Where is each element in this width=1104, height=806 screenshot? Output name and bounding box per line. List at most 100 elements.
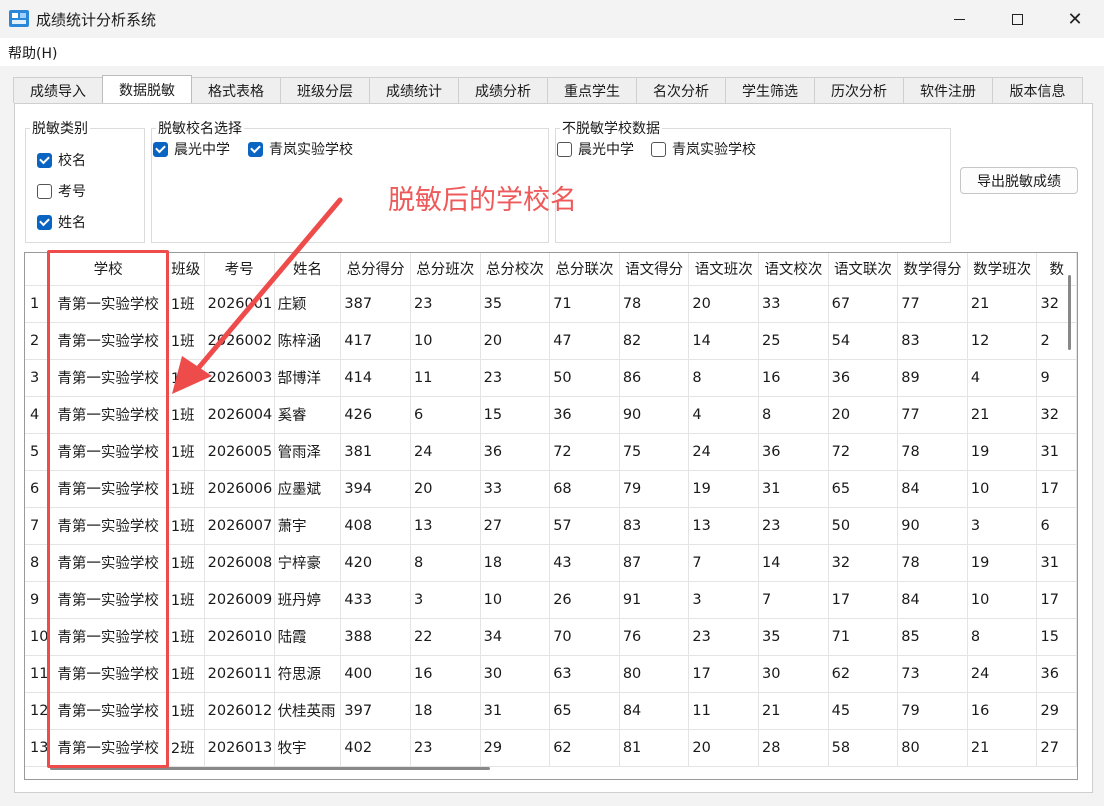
table-cell[interactable]: 23 <box>758 507 829 545</box>
table-cell[interactable]: 2班 <box>167 729 205 767</box>
table-cell[interactable]: 30 <box>758 655 829 693</box>
table-cell[interactable]: 2026008 <box>204 544 275 582</box>
tab-8[interactable]: 学生筛选 <box>725 77 815 103</box>
table-cell[interactable]: 3 <box>688 581 760 619</box>
table-cell[interactable]: 伏桂英雨 <box>274 692 342 730</box>
table-cell[interactable]: 62 <box>828 655 899 693</box>
column-header[interactable]: 姓名 <box>274 253 342 286</box>
table-cell[interactable]: 76 <box>619 618 690 656</box>
table-cell[interactable]: 50 <box>828 507 899 545</box>
table-cell[interactable]: 420 <box>340 544 411 582</box>
table-cell[interactable]: 2026005 <box>204 433 275 471</box>
table-cell[interactable]: 17 <box>688 655 760 693</box>
table-cell[interactable]: 65 <box>549 692 620 730</box>
table-cell[interactable]: 45 <box>828 692 899 730</box>
tab-7[interactable]: 名次分析 <box>636 77 726 103</box>
table-cell[interactable]: 77 <box>897 285 968 323</box>
table-cell[interactable]: 3 <box>967 507 1038 545</box>
column-header[interactable]: 语文班次 <box>688 253 760 286</box>
table-cell[interactable]: 班丹婷 <box>274 581 342 619</box>
table-cell[interactable]: 管雨泽 <box>274 433 342 471</box>
checkbox-box[interactable] <box>37 183 52 199</box>
table-cell[interactable]: 388 <box>340 618 411 656</box>
tab-11[interactable]: 版本信息 <box>992 77 1083 103</box>
table-cell[interactable]: 10 <box>480 581 551 619</box>
table-cell[interactable]: 381 <box>340 433 411 471</box>
tab-3[interactable]: 班级分层 <box>280 77 370 103</box>
table-cell[interactable]: 70 <box>549 618 620 656</box>
table-row[interactable]: 1 青第一实验学校 1班 2026001 庄颖 387 23 35 71 78 20 33 67 77 21… <box>25 285 1077 323</box>
vertical-scrollbar[interactable] <box>1068 275 1071 350</box>
table-cell[interactable]: 63 <box>549 655 620 693</box>
table-cell[interactable]: 90 <box>619 396 690 434</box>
table-cell[interactable]: 2026003 <box>204 359 275 397</box>
menu-help[interactable]: 帮助(H) <box>8 43 57 63</box>
table-cell[interactable]: 2026007 <box>204 507 275 545</box>
checkbox-exam-number[interactable]: 考号 <box>37 181 86 201</box>
table-cell[interactable]: 36 <box>1036 655 1077 693</box>
table-row[interactable]: 5 青第一实验学校 1班 2026005 管雨泽 381 24 36 72 75 24 36 72 78 1… <box>25 433 1077 471</box>
table-cell[interactable]: 19 <box>967 433 1038 471</box>
table-cell[interactable]: 2026010 <box>204 618 275 656</box>
table-cell[interactable]: 22 <box>410 618 481 656</box>
table-cell[interactable]: 75 <box>619 433 690 471</box>
table-cell[interactable]: 1班 <box>167 359 205 397</box>
column-header[interactable]: 考号 <box>204 253 275 286</box>
table-cell[interactable]: 18 <box>410 692 481 730</box>
table-cell[interactable]: 32 <box>1036 396 1077 434</box>
table-cell[interactable]: 91 <box>619 581 690 619</box>
table-cell[interactable]: 21 <box>967 729 1038 767</box>
table-cell[interactable]: 79 <box>619 470 690 508</box>
checkbox-box[interactable] <box>557 141 572 157</box>
table-row[interactable]: 7 青第一实验学校 1班 2026007 萧宇 408 13 27 57 83 13 23 50 90 3 6 <box>25 507 1077 545</box>
table-cell[interactable]: 16 <box>410 655 481 693</box>
table-cell[interactable]: 陆霞 <box>274 618 342 656</box>
table-cell[interactable]: 83 <box>897 322 968 360</box>
table-cell[interactable]: 庄颖 <box>274 285 342 323</box>
table-cell[interactable]: 8 <box>758 396 829 434</box>
tab-9[interactable]: 历次分析 <box>814 77 904 103</box>
table-cell[interactable]: 8 <box>410 544 481 582</box>
tab-6[interactable]: 重点学生 <box>547 77 637 103</box>
table-cell[interactable]: 20 <box>688 285 760 323</box>
table-cell[interactable]: 29 <box>480 729 551 767</box>
table-cell[interactable]: 433 <box>340 581 411 619</box>
table-cell[interactable]: 20 <box>688 729 760 767</box>
table-cell[interactable]: 应墨斌 <box>274 470 342 508</box>
checkbox-select-chenguang[interactable]: 晨光中学 <box>153 139 230 159</box>
table-cell[interactable]: 23 <box>480 359 551 397</box>
table-cell[interactable]: 394 <box>340 470 411 508</box>
table-cell[interactable]: 72 <box>549 433 620 471</box>
table-cell[interactable]: 36 <box>549 396 620 434</box>
maximize-button[interactable] <box>988 0 1046 38</box>
table-row[interactable]: 13 青第一实验学校 2班 2026013 牧宇 402 23 29 62 81 20 28 58 80 2… <box>25 729 1077 767</box>
table-row[interactable]: 9 青第一实验学校 1班 2026009 班丹婷 433 3 10 26 91 3 7 17 84 10 17 <box>25 581 1077 619</box>
table-cell[interactable]: 82 <box>619 322 690 360</box>
table-cell[interactable]: 62 <box>549 729 620 767</box>
table-cell[interactable]: 17 <box>828 581 899 619</box>
table-cell[interactable]: 4 <box>967 359 1038 397</box>
column-header[interactable]: 数学得分 <box>897 253 968 286</box>
table-row[interactable]: 11 青第一实验学校 1班 2026011 符思源 400 16 30 63 80 17 30 62 73… <box>25 655 1077 693</box>
table-cell[interactable]: 1班 <box>167 285 205 323</box>
table-cell[interactable]: 2026004 <box>204 396 275 434</box>
table-cell[interactable]: 43 <box>549 544 620 582</box>
table-cell[interactable]: 67 <box>828 285 899 323</box>
table-cell[interactable]: 426 <box>340 396 411 434</box>
table-cell[interactable]: 13 <box>688 507 760 545</box>
table-cell[interactable]: 2026001 <box>204 285 275 323</box>
table-cell[interactable]: 72 <box>828 433 899 471</box>
table-cell[interactable]: 80 <box>619 655 690 693</box>
table-cell[interactable]: 78 <box>897 544 968 582</box>
table-cell[interactable]: 14 <box>758 544 829 582</box>
table-cell[interactable]: 10 <box>967 581 1038 619</box>
table-cell[interactable]: 79 <box>897 692 968 730</box>
column-header[interactable]: 语文得分 <box>619 253 690 286</box>
checkbox-school-name[interactable]: 校名 <box>37 150 86 170</box>
table-cell[interactable]: 2026002 <box>204 322 275 360</box>
table-cell[interactable]: 郜博洋 <box>274 359 342 397</box>
table-cell[interactable]: 65 <box>828 470 899 508</box>
table-cell[interactable]: 2026006 <box>204 470 275 508</box>
table-cell[interactable]: 24 <box>967 655 1038 693</box>
export-desensitized-button[interactable]: 导出脱敏成绩 <box>960 167 1078 194</box>
